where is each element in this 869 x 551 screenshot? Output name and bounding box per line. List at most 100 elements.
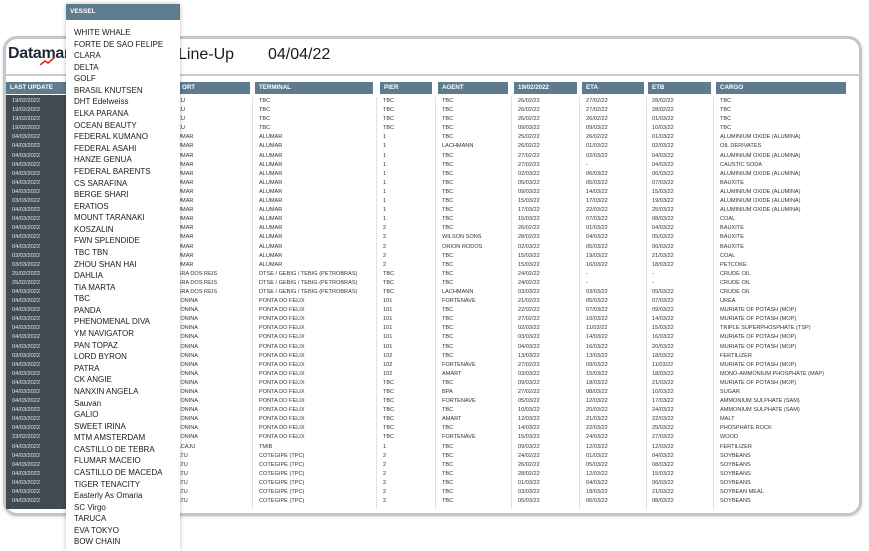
cell-pier: TBC bbox=[383, 288, 395, 295]
cell-etb: 10/03/22 bbox=[652, 125, 674, 132]
vessel-dropdown-header[interactable]: VESSEL bbox=[66, 4, 180, 20]
cell-port: TONINA bbox=[177, 434, 199, 441]
vessel-option[interactable]: CS SARAFINA bbox=[74, 178, 163, 190]
cell-port: UMAR bbox=[177, 188, 194, 195]
header-pier[interactable]: PIER bbox=[380, 82, 432, 94]
cell-pier: 2 bbox=[383, 261, 387, 268]
cell-agent: LACHMANN bbox=[442, 288, 474, 295]
cell-terminal: TBC bbox=[259, 116, 271, 123]
cell-eta: 04/03/22 bbox=[586, 479, 608, 486]
cell-eta: 01/03/22 bbox=[586, 452, 608, 459]
cell-etb: 19/03/22 bbox=[652, 198, 674, 205]
cell-terminal: PONTA DO FELIX bbox=[259, 307, 305, 314]
vessel-option[interactable]: DHT Edelweiss bbox=[74, 96, 163, 108]
vessel-option[interactable]: BRASIL KNUTSEN bbox=[74, 85, 163, 97]
vessel-option[interactable]: TIA MARTA bbox=[74, 282, 163, 294]
vessel-option[interactable]: DELTA bbox=[74, 62, 163, 74]
vessel-option[interactable]: CASTILLO DE TEBRA bbox=[74, 444, 163, 456]
cell-pier: 2 bbox=[383, 252, 387, 259]
vessel-option[interactable]: MOUNT TARANAKI bbox=[74, 212, 163, 224]
cell-date: 25/02/22 bbox=[518, 134, 540, 141]
vessel-option[interactable]: NANXIN ANGELA bbox=[74, 386, 163, 398]
cell-port: ATU bbox=[177, 498, 188, 505]
cell-terminal: ALUMAR bbox=[259, 198, 283, 205]
vessel-option[interactable]: CLARA bbox=[74, 50, 163, 62]
vessel-option[interactable]: WHITE WHALE bbox=[74, 27, 163, 39]
vessel-option[interactable]: TARUCA bbox=[74, 513, 163, 525]
vessel-option[interactable]: LORD BYRON bbox=[74, 351, 163, 363]
cell-etb: - bbox=[652, 279, 654, 286]
cell-cargo: MURIATE OF POTASH (MOP) bbox=[720, 316, 797, 323]
vessel-option[interactable]: CK ANGIE bbox=[74, 374, 163, 386]
vessel-option[interactable]: FLUMAR MACEIO bbox=[74, 455, 163, 467]
cell-date: 05/03/22 bbox=[518, 179, 540, 186]
vessel-option[interactable]: BOW CHAIN bbox=[74, 536, 163, 548]
cell-etb: 27/03/22 bbox=[652, 434, 674, 441]
vessel-option[interactable]: GOLF bbox=[74, 73, 163, 85]
header-eta[interactable]: ETA bbox=[582, 82, 644, 94]
cell-last-update: 25/02/2022 bbox=[12, 279, 40, 286]
cell-cargo: CRUDE OIL bbox=[720, 279, 751, 286]
vessel-option[interactable]: FEDERAL KUMANO bbox=[74, 131, 163, 143]
vessel-option[interactable]: BERGE SHARI bbox=[74, 189, 163, 201]
vessel-option[interactable]: KOSZALIN bbox=[74, 224, 163, 236]
cell-pier: TBC bbox=[383, 434, 395, 441]
vessel-option[interactable]: FORTE DE SAO FELIPE bbox=[74, 39, 163, 51]
vessel-option[interactable]: ELKA PARANA bbox=[74, 108, 163, 120]
cell-pier: 101 bbox=[383, 307, 393, 314]
cell-etb: 18/03/22 bbox=[652, 370, 674, 377]
cell-pier: 2 bbox=[383, 225, 387, 232]
vessel-option[interactable]: Easterly As Omaria bbox=[74, 490, 163, 502]
vessel-option[interactable]: OCEAN BEAUTY bbox=[74, 120, 163, 132]
vessel-option[interactable]: HANZE GENUA bbox=[74, 154, 163, 166]
vessel-option[interactable]: FEDERAL ASAHI bbox=[74, 143, 163, 155]
vessel-option[interactable]: EVA TOKYO bbox=[74, 525, 163, 537]
vessel-option[interactable]: SC Virgo bbox=[74, 502, 163, 514]
header-last-update[interactable]: LAST UPDATE bbox=[6, 82, 66, 94]
cell-pier: TBC bbox=[383, 279, 395, 286]
vessel-dropdown[interactable]: VESSEL WHITE WHALE FORTE DE SAO FELIPE CLA… bbox=[66, 4, 180, 551]
header-cargo[interactable]: CARGO bbox=[716, 82, 846, 94]
cell-port: GRA DOS REIS bbox=[177, 288, 218, 295]
cell-port: UMAR bbox=[177, 243, 194, 250]
header-agent[interactable]: AGENT bbox=[438, 82, 508, 94]
vessel-option[interactable]: ZHOU SHAN HAI bbox=[74, 259, 163, 271]
vessel-option[interactable]: PATRA bbox=[74, 363, 163, 375]
vessel-option[interactable]: PAN TOPAZ bbox=[74, 340, 163, 352]
cell-last-update: 04/03/2022 bbox=[12, 370, 40, 377]
cell-last-update: 03/03/2022 bbox=[12, 352, 40, 359]
cell-port: GRA DOS REIS bbox=[177, 279, 218, 286]
vessel-option[interactable]: CASTILLO DE MACEDA bbox=[74, 467, 163, 479]
cell-last-update: 04/03/2022 bbox=[12, 325, 40, 332]
cell-eta: 01/03/22 bbox=[586, 225, 608, 232]
vessel-option[interactable]: PANDA bbox=[74, 305, 163, 317]
vessel-option[interactable]: MTM AMSTERDAM bbox=[74, 432, 163, 444]
cell-pier: 2 bbox=[383, 461, 387, 468]
vessel-option[interactable]: Sauvan bbox=[74, 398, 163, 410]
vessel-option[interactable]: TBC bbox=[74, 293, 163, 305]
cell-etb: 11/03/22 bbox=[652, 361, 674, 368]
vessel-option[interactable]: TBC TBN bbox=[74, 247, 163, 259]
cell-port: UMAR bbox=[177, 170, 194, 177]
cell-port: TONINA bbox=[177, 370, 199, 377]
cell-date: 12/03/22 bbox=[518, 416, 540, 423]
header-etb[interactable]: ETB bbox=[648, 82, 711, 94]
vessel-option[interactable]: ERATIOS bbox=[74, 201, 163, 213]
header-terminal[interactable]: TERMINAL bbox=[255, 82, 373, 94]
cell-pier: 2 bbox=[383, 234, 387, 241]
cell-cargo: SOYBEAN MEAL bbox=[720, 489, 764, 496]
vessel-option[interactable]: TIGER TENACITY bbox=[74, 479, 163, 491]
vessel-option[interactable]: FWN SPLENDIDE bbox=[74, 235, 163, 247]
vessel-option[interactable]: DAHLIA bbox=[74, 270, 163, 282]
cell-date: 26/02/22 bbox=[518, 107, 540, 114]
cell-last-update: 04/03/2022 bbox=[12, 498, 40, 505]
vessel-option[interactable]: FEDERAL BARENTS bbox=[74, 166, 163, 178]
cell-date: 13/03/22 bbox=[518, 352, 540, 359]
vessel-option[interactable]: SWEET IRINA bbox=[74, 421, 163, 433]
header-port[interactable]: ORT bbox=[180, 82, 250, 94]
cell-eta: 22/03/22 bbox=[586, 425, 608, 432]
vessel-option[interactable]: GALIO bbox=[74, 409, 163, 421]
vessel-option[interactable]: YM NAVIGATOR bbox=[74, 328, 163, 340]
header-date[interactable]: 19/02/2022 bbox=[514, 82, 577, 94]
vessel-option[interactable]: PHENOMENAL DIVA bbox=[74, 316, 163, 328]
